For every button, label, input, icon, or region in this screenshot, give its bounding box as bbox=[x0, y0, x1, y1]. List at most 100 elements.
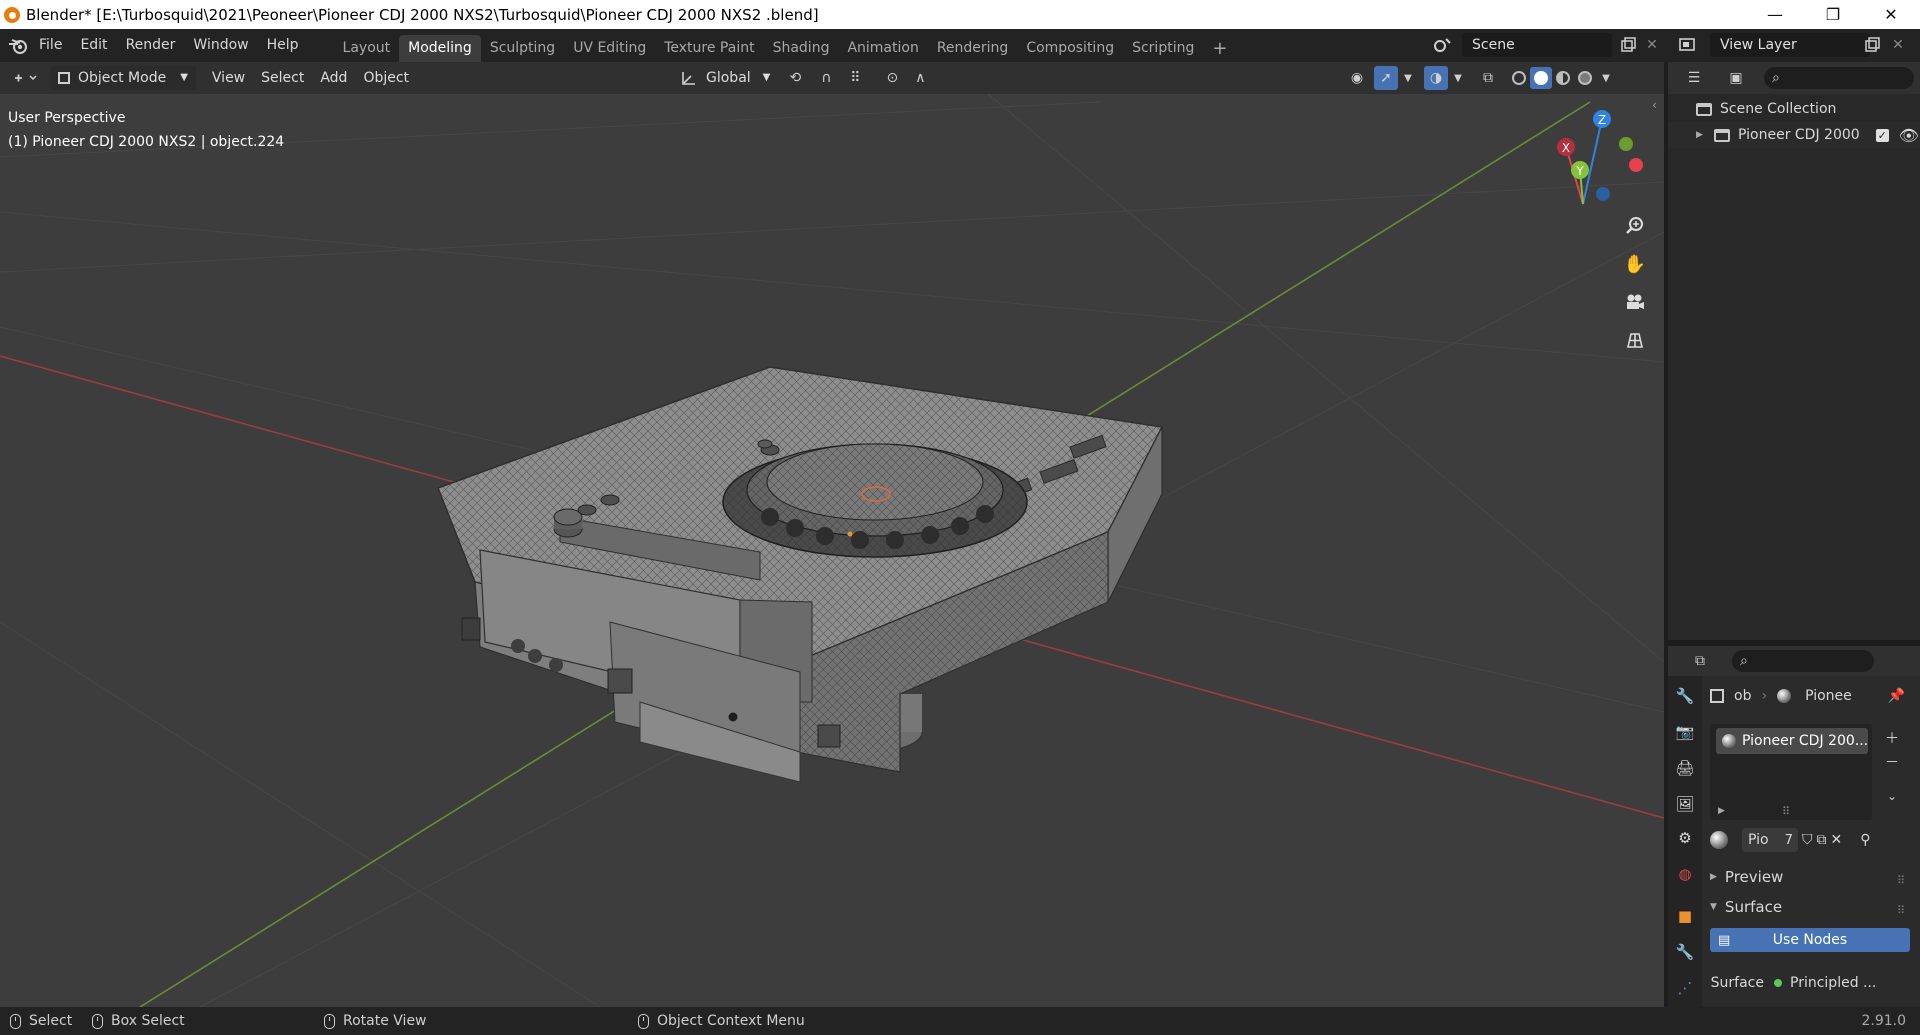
use-nodes-button[interactable]: ▤ Use Nodes bbox=[1710, 928, 1910, 952]
visibility-eye-icon[interactable]: ◉ bbox=[1340, 66, 1374, 90]
tab-rendering[interactable]: Rendering bbox=[928, 35, 1018, 62]
resize-handle-icon[interactable]: ⠿ bbox=[1782, 805, 1790, 818]
viewport-scene[interactable]: Z X Y bbox=[0, 62, 1664, 1007]
menu-view[interactable]: View bbox=[204, 66, 253, 90]
snap-magnet-icon[interactable]: ∩ bbox=[812, 66, 840, 90]
tab-animation[interactable]: Animation bbox=[838, 35, 927, 62]
overlays-toggle-icon[interactable]: ◑ bbox=[1424, 66, 1448, 90]
pivot-point-icon[interactable]: ⟲ bbox=[778, 66, 812, 90]
delete-view-layer-icon[interactable]: ✕ bbox=[1886, 33, 1910, 57]
pin-icon[interactable]: 📌 bbox=[1888, 688, 1905, 704]
menu-object[interactable]: Object bbox=[355, 66, 417, 90]
display-mode-icon[interactable]: ▣ bbox=[1718, 66, 1754, 90]
status-box-select: Box Select bbox=[92, 1007, 185, 1035]
surface-shader-field[interactable]: Principled ... bbox=[1774, 972, 1910, 994]
ortho-grid-icon[interactable] bbox=[1619, 324, 1651, 356]
restore-button[interactable]: ❐ bbox=[1804, 0, 1862, 29]
preview-panel-header[interactable]: ▶ Preview bbox=[1710, 868, 1783, 886]
outliner-search-input[interactable]: ⌕ bbox=[1764, 67, 1914, 89]
material-slot-item[interactable]: Pioneer CDJ 200... bbox=[1716, 728, 1868, 754]
surface-panel-header[interactable]: ▼ Surface bbox=[1710, 898, 1782, 916]
material-slot-list[interactable]: Pioneer CDJ 200... ▶ ⠿ bbox=[1710, 724, 1872, 820]
material-name-field[interactable]: Pio 7 bbox=[1742, 828, 1798, 852]
exclude-checkbox[interactable]: ✓ bbox=[1875, 128, 1889, 142]
xray-toggle-icon[interactable]: ⧉ bbox=[1474, 66, 1502, 90]
material-shading-icon[interactable] bbox=[1552, 67, 1574, 89]
3d-viewport[interactable]: Z X Y Object Mode ▼ View Select Add Obje… bbox=[0, 62, 1664, 1007]
material-browse-icon[interactable] bbox=[1710, 831, 1728, 849]
menu-help[interactable]: Help bbox=[258, 29, 308, 62]
outliner-item-pioneer[interactable]: ▶ Pioneer CDJ 2000 ✓ 👁 bbox=[1668, 122, 1920, 148]
editor-type-icon[interactable] bbox=[8, 66, 42, 90]
tab-layout[interactable]: Layout bbox=[334, 35, 400, 62]
scene-tab-icon[interactable]: ⚙ bbox=[1673, 826, 1697, 850]
close-window-button[interactable]: ✕ bbox=[1862, 0, 1920, 29]
visibility-eye-icon[interactable]: 👁 bbox=[1899, 126, 1919, 145]
menu-file[interactable]: File bbox=[30, 29, 71, 62]
object-tab-icon[interactable]: ■ bbox=[1673, 904, 1697, 928]
snap-grid-icon[interactable]: ⠿ bbox=[840, 66, 870, 90]
outliner-scene-collection[interactable]: Scene Collection bbox=[1668, 96, 1920, 122]
transform-orientation-dropdown[interactable]: Global ▼ bbox=[672, 66, 778, 90]
add-slot-button[interactable]: ＋ bbox=[1880, 726, 1904, 750]
scene-name-field[interactable]: Scene bbox=[1462, 33, 1612, 57]
duplicate-material-icon[interactable]: ⧉ bbox=[1817, 832, 1827, 848]
sidebar-toggle-icon[interactable]: ‹ bbox=[1652, 98, 1657, 112]
blender-menu-icon[interactable] bbox=[6, 34, 30, 58]
expand-arrow-icon[interactable]: ▶ bbox=[1696, 130, 1710, 140]
menu-render[interactable]: Render bbox=[117, 29, 185, 62]
zoom-view-icon[interactable] bbox=[1619, 210, 1651, 242]
delete-scene-icon[interactable]: ✕ bbox=[1640, 33, 1664, 57]
rendered-shading-icon[interactable] bbox=[1574, 67, 1596, 89]
cdj-model[interactable] bbox=[437, 366, 1164, 783]
outliner-editor-icon[interactable]: ☰ bbox=[1676, 66, 1712, 90]
tab-compositing[interactable]: Compositing bbox=[1017, 35, 1123, 62]
output-tab-icon[interactable]: 🖨 bbox=[1673, 756, 1697, 780]
chevron-down-icon[interactable]: ▼ bbox=[1596, 66, 1616, 90]
new-scene-icon[interactable] bbox=[1616, 33, 1640, 57]
slot-menu-chevron-icon[interactable]: ⌄ bbox=[1880, 784, 1904, 808]
chevron-down-icon[interactable]: ▼ bbox=[1448, 66, 1468, 90]
menu-select[interactable]: Select bbox=[253, 66, 312, 90]
panel-drag-handle-icon[interactable]: ⠿ bbox=[1897, 904, 1905, 917]
world-tab-icon[interactable]: ◍ bbox=[1673, 862, 1697, 886]
scene-browse-icon[interactable] bbox=[1430, 33, 1454, 57]
properties-search-input[interactable]: ⌕ bbox=[1732, 650, 1874, 672]
properties-editor-icon[interactable]: ⧉ bbox=[1682, 649, 1718, 673]
fake-user-shield-icon[interactable]: ⛉ bbox=[1802, 832, 1813, 848]
camera-view-icon[interactable] bbox=[1619, 286, 1651, 318]
chevron-down-icon[interactable]: ▼ bbox=[1398, 66, 1418, 90]
node-link-icon[interactable]: ⚲ bbox=[1860, 832, 1870, 848]
menu-add[interactable]: Add bbox=[312, 66, 355, 90]
tab-shading[interactable]: Shading bbox=[764, 35, 839, 62]
unlink-material-icon[interactable]: ✕ bbox=[1831, 832, 1843, 848]
view-layer-name-field[interactable]: View Layer bbox=[1710, 33, 1870, 57]
menu-edit[interactable]: Edit bbox=[71, 29, 116, 62]
add-workspace-button[interactable]: + bbox=[1203, 35, 1236, 62]
view-layer-icon[interactable] bbox=[1676, 33, 1700, 57]
tool-tab-icon[interactable]: 🔧 bbox=[1673, 684, 1697, 708]
tab-scripting[interactable]: Scripting bbox=[1123, 35, 1203, 62]
tab-sculpting[interactable]: Sculpting bbox=[481, 35, 564, 62]
gizmo-toggle-icon[interactable]: ➚ bbox=[1374, 66, 1398, 90]
expand-arrow-icon[interactable]: ▶ bbox=[1718, 806, 1725, 816]
object-mode-dropdown[interactable]: Object Mode ▼ bbox=[50, 66, 196, 90]
tab-modeling[interactable]: Modeling bbox=[399, 35, 481, 62]
falloff-curve-icon[interactable]: ∧ bbox=[906, 66, 934, 90]
tab-texture-paint[interactable]: Texture Paint bbox=[655, 35, 763, 62]
remove-slot-button[interactable]: － bbox=[1880, 750, 1904, 774]
navigation-gizmo[interactable]: Z X Y bbox=[1557, 110, 1643, 205]
particles-tab-icon[interactable]: ⋰ bbox=[1673, 976, 1697, 1000]
tab-uv-editing[interactable]: UV Editing bbox=[564, 35, 655, 62]
panel-drag-handle-icon[interactable]: ⠿ bbox=[1897, 874, 1905, 887]
new-view-layer-icon[interactable] bbox=[1860, 33, 1884, 57]
wireframe-shading-icon[interactable] bbox=[1508, 67, 1530, 89]
menu-window[interactable]: Window bbox=[184, 29, 257, 62]
pan-hand-icon[interactable]: ✋ bbox=[1619, 248, 1651, 280]
render-tab-icon[interactable]: 📷 bbox=[1673, 720, 1697, 744]
solid-shading-icon[interactable] bbox=[1530, 67, 1552, 89]
view-layer-tab-icon[interactable]: 🖼 bbox=[1673, 792, 1697, 816]
proportional-edit-icon[interactable]: ⊙ bbox=[878, 66, 906, 90]
modifier-tab-icon[interactable]: 🔧 bbox=[1673, 940, 1697, 964]
minimize-button[interactable]: — bbox=[1746, 0, 1804, 29]
